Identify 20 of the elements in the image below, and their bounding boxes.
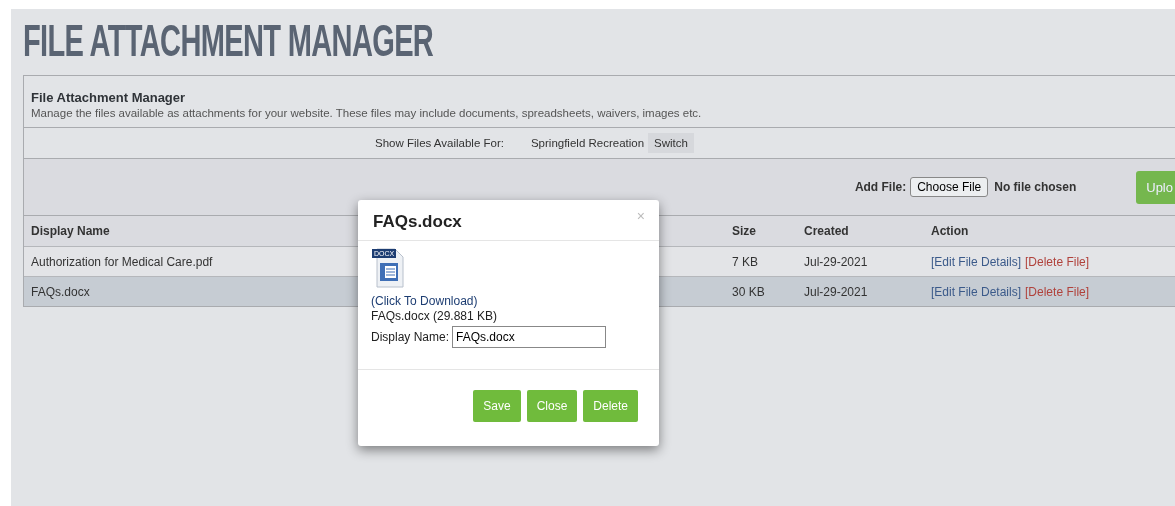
table-cell-text: 30 KB [732, 284, 766, 299]
filter-value: Springfield Recreation [530, 137, 645, 149]
table-cell-text: Jul-29-2021 [804, 254, 869, 269]
table-cell-text: 7 KB [732, 254, 759, 269]
page-title: FILE ATTACHMENT MANAGER [23, 17, 434, 65]
panel-title: File Attachment Manager [31, 90, 187, 105]
table-cell-text: Jul-29-2021 [804, 284, 869, 299]
file-status: No file chosen [994, 180, 1077, 194]
table-cell-text: FAQs.docx [31, 284, 91, 299]
panel-description: Manage the files available as attachments for your website. These files may include documents, spreadsheets, waivers, images etc. [31, 107, 703, 119]
file-info: FAQs.docx (29.881 KB) [371, 309, 499, 323]
column-header: Created [804, 224, 850, 238]
column-header: Display Name [31, 224, 111, 238]
column-header: Action [931, 224, 970, 238]
field-label: Display Name: [371, 330, 450, 344]
table-cell-text: Authorization for Medical Care.pdf [31, 254, 214, 269]
dialog-title: FAQs.docx [373, 212, 462, 232]
add-file-label: Add File: [854, 180, 907, 194]
filter-label: Show Files Available For: [375, 137, 504, 149]
column-header: Size [732, 224, 757, 238]
